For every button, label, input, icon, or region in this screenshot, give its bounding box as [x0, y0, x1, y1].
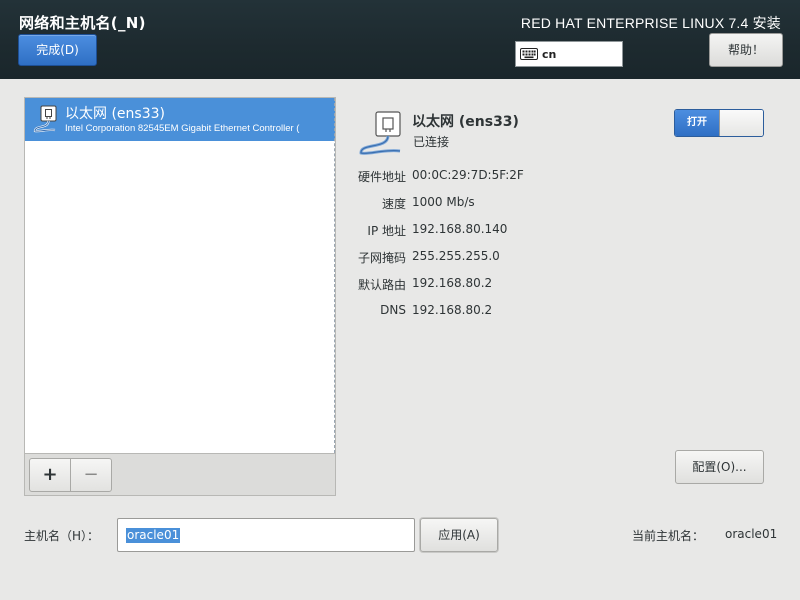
- device-on-off-toggle[interactable]: 打开: [674, 109, 764, 137]
- remove-device-button[interactable]: −: [70, 458, 112, 492]
- property-row-subnet-mask: 子网掩码 255.255.255.0: [340, 249, 640, 267]
- current-hostname-label: 当前主机名：: [632, 529, 705, 543]
- help-button[interactable]: 帮助！: [709, 33, 783, 67]
- hostname-label: 主机名（H）：: [24, 529, 100, 543]
- property-value: 1000 Mb/s: [412, 195, 475, 209]
- device-item-ens33[interactable]: 以太网 (ens33) Intel Corporation 82545EM Gi…: [25, 98, 335, 141]
- property-label: IP 地址: [367, 224, 406, 238]
- device-connection-status: 已连接: [413, 135, 450, 149]
- property-value: 192.168.80.2: [412, 303, 493, 317]
- keyboard-icon: [520, 48, 538, 60]
- ethernet-cable-icon: [359, 111, 401, 155]
- header-bar: 网络和主机名(_N) 完成(D) RED HAT ENTERPRISE LINU…: [0, 0, 800, 79]
- property-row-speed: 速度 1000 Mb/s: [340, 195, 640, 213]
- device-list[interactable]: 以太网 (ens33) Intel Corporation 82545EM Gi…: [25, 98, 335, 453]
- property-row-dns: DNS 192.168.80.2: [340, 303, 640, 321]
- property-label: DNS: [380, 303, 406, 317]
- toggle-on-label: 打开: [675, 110, 719, 136]
- page-title: 网络和主机名(_N): [19, 14, 146, 32]
- device-detail-name: 以太网 (ens33): [412, 114, 519, 130]
- property-row-default-route: 默认路由 192.168.80.2: [340, 276, 640, 294]
- ethernet-cable-icon: [33, 105, 57, 133]
- add-device-button[interactable]: +: [29, 458, 71, 492]
- property-row-ip-address: IP 地址 192.168.80.140: [340, 222, 640, 240]
- hostname-input[interactable]: oracle01: [117, 518, 415, 552]
- property-value: 00:0C:29:7D:5F:2F: [412, 168, 524, 182]
- done-button[interactable]: 完成(D): [18, 34, 97, 66]
- keyboard-layout-indicator[interactable]: cn: [515, 41, 623, 67]
- hostname-input-value: oracle01: [126, 528, 181, 543]
- keyboard-layout-label: cn: [542, 47, 557, 61]
- property-label: 硬件地址: [357, 170, 406, 184]
- device-list-panel: 以太网 (ens33) Intel Corporation 82545EM Gi…: [24, 97, 336, 496]
- apply-hostname-button[interactable]: 应用(A): [420, 518, 498, 552]
- property-label: 默认路由: [357, 278, 406, 292]
- current-hostname-value: oracle01: [725, 527, 778, 541]
- property-label: 子网掩码: [357, 251, 406, 265]
- device-toolbar: + −: [25, 453, 335, 495]
- product-title: RED HAT ENTERPRISE LINUX 7.4 安装: [520, 15, 781, 31]
- property-value: 255.255.255.0: [412, 249, 500, 263]
- property-value: 192.168.80.2: [412, 276, 493, 290]
- toggle-knob[interactable]: [719, 110, 763, 136]
- property-label: 速度: [381, 197, 406, 211]
- property-row-hardware-address: 硬件地址 00:0C:29:7D:5F:2F: [340, 168, 640, 186]
- list-scroll-edge: [333, 98, 335, 453]
- device-item-description: Intel Corporation 82545EM Gigabit Ethern…: [65, 123, 300, 134]
- configure-button[interactable]: 配置(O)...: [675, 450, 764, 484]
- property-value: 192.168.80.140: [412, 222, 508, 236]
- device-item-name: 以太网 (ens33): [65, 106, 165, 122]
